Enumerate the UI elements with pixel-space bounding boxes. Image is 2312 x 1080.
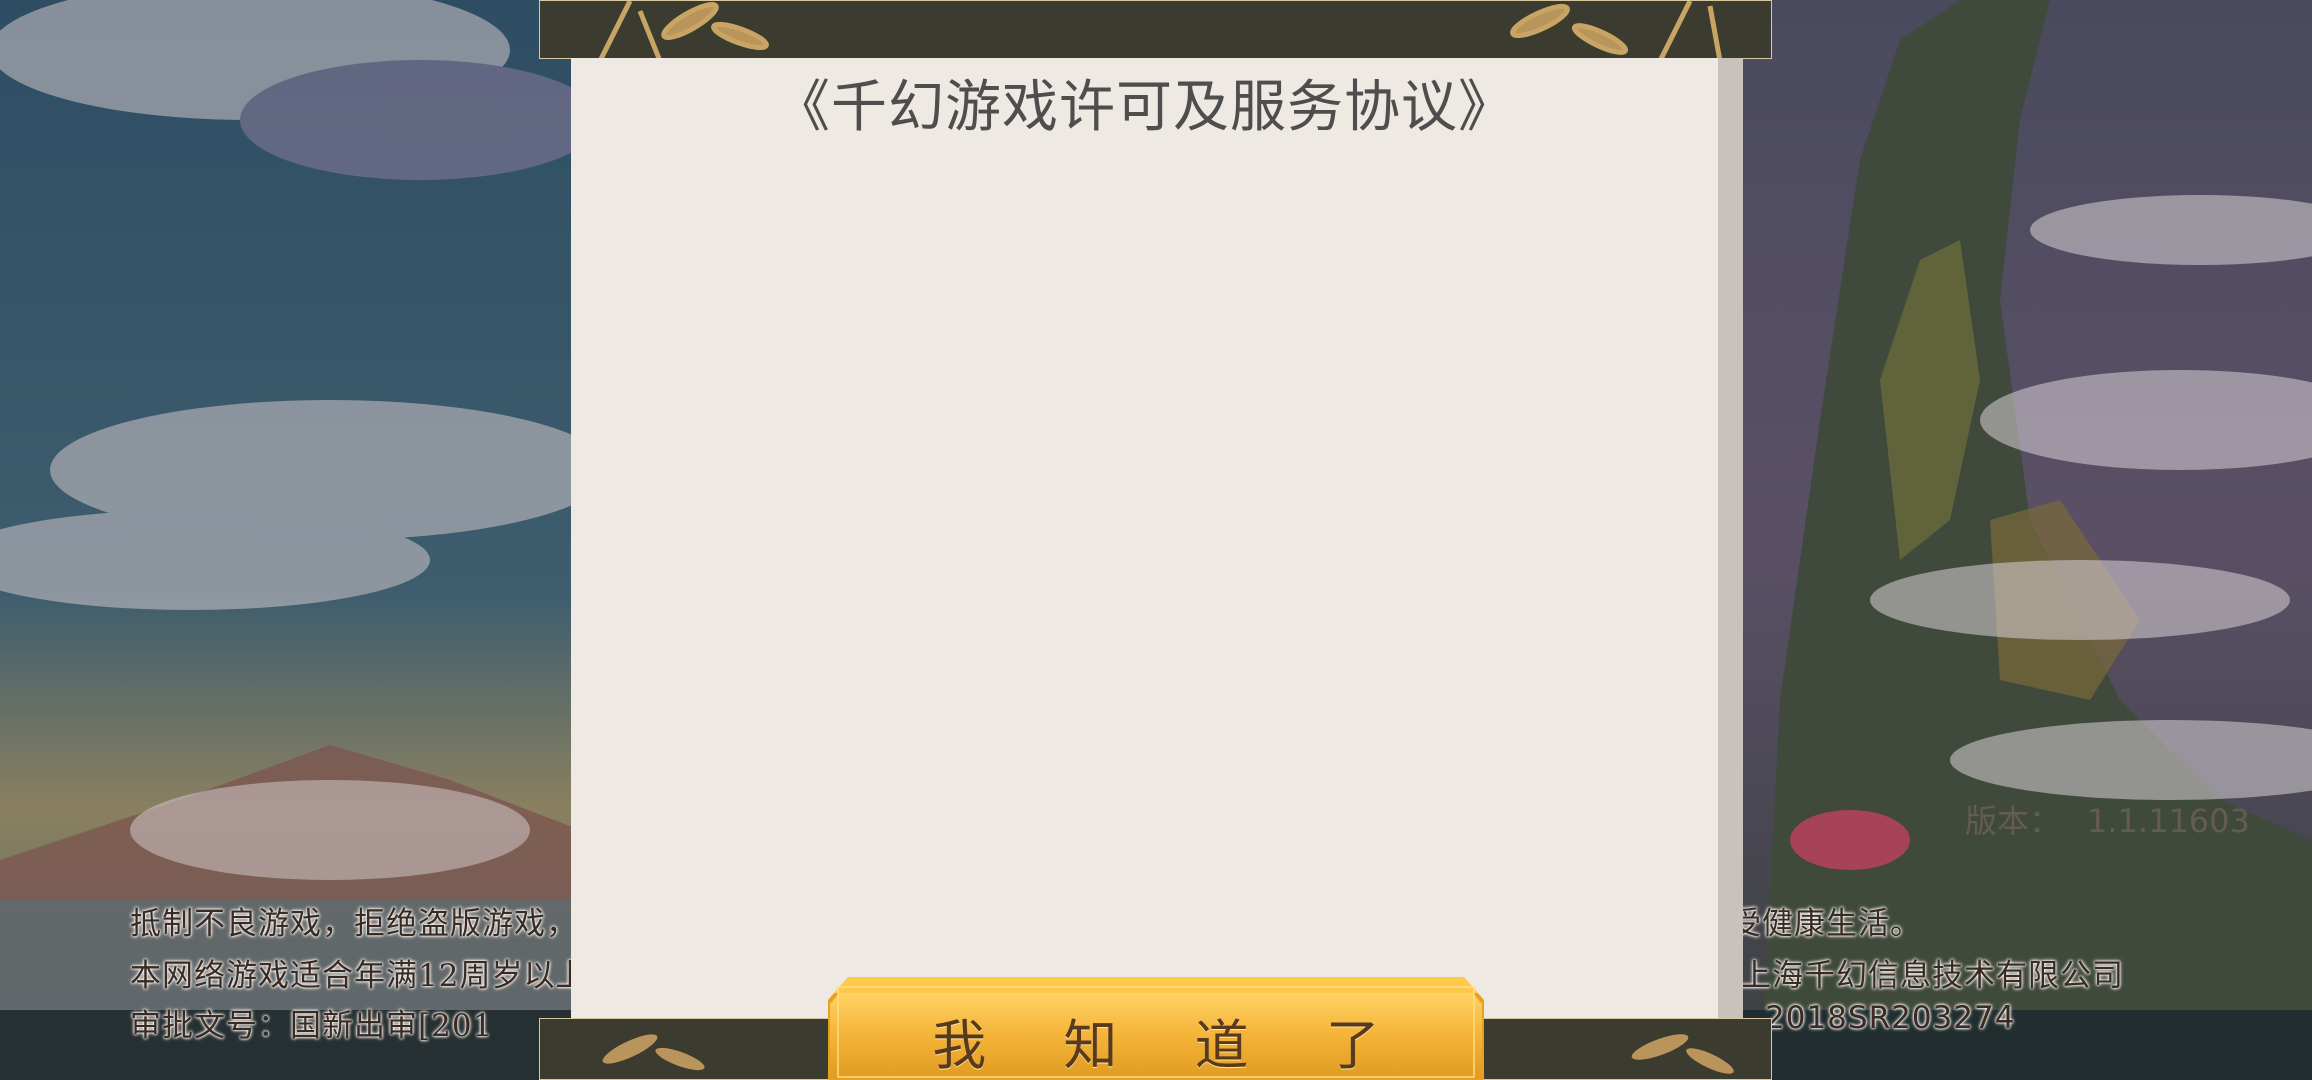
copyright-owner: 上海千幻信息技术有限公司 [1740,958,2124,994]
software-copyright-number: 2018SR203274 [1765,1000,2016,1036]
approval-number: 审批文号：国新出审[201 [130,1008,494,1044]
version-label: 版本： [1965,802,2062,840]
i-know-button[interactable]: 我 知 道 了 [828,973,1484,1080]
agreement-dialog [571,58,1718,1080]
modal-top-decoration [539,0,1772,59]
version-info: 版本： 1.1.11603 [1965,796,2250,842]
agreement-title: 《千幻游戏许可及服务协议》 [774,75,1515,140]
agreement-scrollbar[interactable] [1718,58,1743,1080]
version-value: 1.1.11603 [2087,802,2250,840]
i-know-button-label: 我 知 道 了 [932,1014,1410,1077]
